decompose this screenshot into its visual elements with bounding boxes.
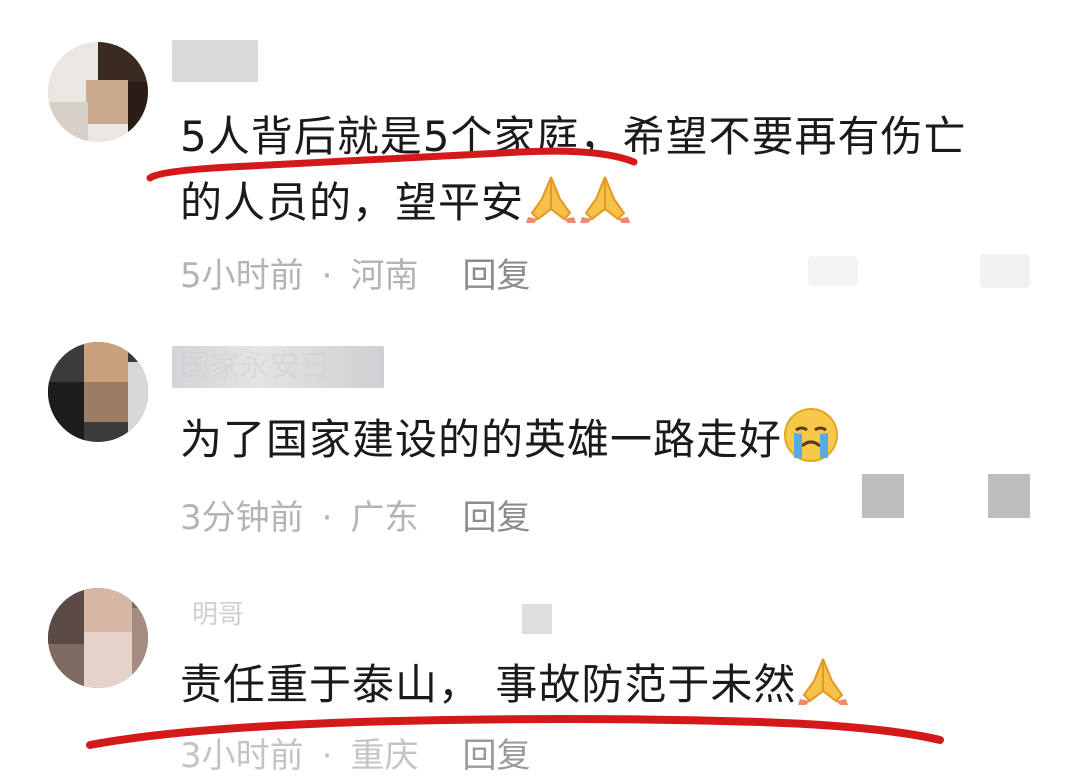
comment-text-line: 为了国家建设的的英雄一路走好 [180, 406, 1008, 473]
username[interactable] [172, 40, 258, 82]
timestamp: 3小时前 [180, 736, 304, 776]
timestamp: 3分钟前 [180, 498, 304, 538]
avatar[interactable] [48, 342, 148, 442]
reply-button[interactable]: 回复 [462, 498, 530, 538]
comment-text-line: 的人员的，望平安 [180, 170, 1008, 236]
location: 重庆 [350, 736, 419, 776]
reply-button[interactable]: 回复 [462, 736, 530, 776]
location: 广东 [350, 498, 419, 538]
username[interactable]: 明哥 [172, 600, 262, 630]
dislike-button[interactable] [980, 254, 1030, 288]
separator-dot: · [321, 736, 333, 776]
like-button[interactable] [862, 474, 904, 518]
separator-dot: · [321, 498, 333, 538]
comment-meta: 5小时前 · 河南 回复 [180, 248, 530, 297]
comment-meta: 3分钟前 · 广东 回复 [180, 490, 530, 539]
location: 河南 [350, 256, 419, 296]
pray-icon [796, 655, 850, 705]
comment-text: 责任重于泰山， 事故防范于未然 [180, 652, 1008, 718]
comment-text: 5人背后就是5个家庭，希望不要再有伤亡 的人员的，望平安 [180, 104, 1008, 236]
avatar[interactable] [48, 588, 148, 688]
comment-meta: 3小时前 · 重庆 回复 [180, 728, 530, 777]
pray-icon [578, 173, 632, 223]
dislike-button[interactable] [988, 474, 1030, 518]
separator-dot: · [321, 256, 333, 296]
timestamp: 5小时前 [180, 256, 304, 296]
crying-icon [782, 406, 840, 464]
comment-text-line: 5人背后就是5个家庭，希望不要再有伤亡 [180, 112, 967, 161]
user-badge [522, 604, 552, 634]
comment-text-line: 责任重于泰山， 事故防范于未然 [180, 652, 1008, 718]
comment-text: 为了国家建设的的英雄一路走好 [180, 406, 1008, 473]
reply-button[interactable]: 回复 [462, 256, 530, 296]
username[interactable]: 国家永安日 [172, 346, 384, 388]
pray-icon [524, 173, 578, 223]
avatar[interactable] [48, 42, 148, 142]
like-button[interactable] [808, 256, 858, 286]
